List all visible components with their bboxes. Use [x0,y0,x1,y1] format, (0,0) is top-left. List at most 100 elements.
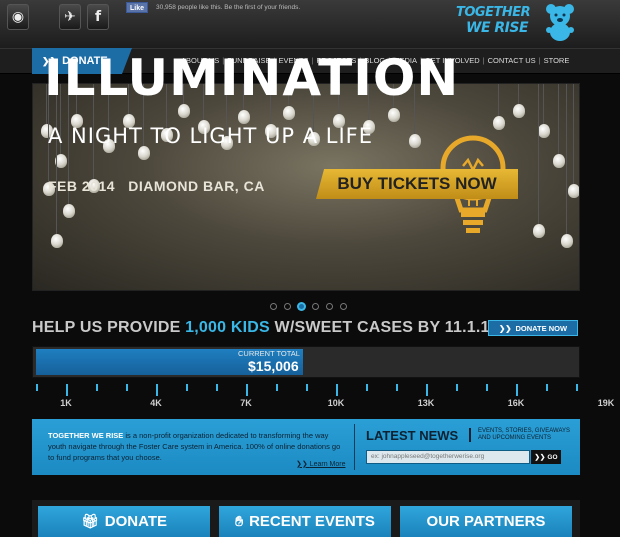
go-label: GO [547,453,558,461]
scale-tick [156,384,158,396]
recent-events-tile[interactable]: ✋︎ RECENT EVENTS [219,506,391,537]
hanging-wire [566,84,567,234]
hanging-bulb-icon [409,134,421,148]
scale-tick-label: 7K [240,398,252,408]
slider-dot[interactable] [270,303,277,310]
instagram-icon[interactable]: ◉ [7,4,29,30]
hanging-bulb-icon [561,234,573,248]
donate-now-label: DONATE NOW [515,323,568,333]
hanging-wire [558,84,559,154]
scale-tick [486,384,488,391]
org-description: TOGETHER WE RISE is a non-profit organiz… [48,430,348,463]
gift-icon: 🎁︎ [80,513,99,530]
scale-tick [216,384,218,391]
double-chevron-icon: ❯❯ [498,323,512,333]
hanging-bulb-icon [63,204,75,218]
scale-tick [96,384,98,391]
recent-events-label: RECENT EVENTS [249,513,375,530]
hanging-bulb-icon [538,124,550,138]
hanging-bulb-icon [388,108,400,122]
scale-tick [456,384,458,391]
logo-line2: WE RISE [466,20,529,36]
slider-dot[interactable] [312,303,319,310]
scale-tick [426,384,428,396]
current-total-label: CURRENT TOTAL [238,349,300,358]
latest-news-subtitle: EVENTS, STORIES, GIVEAWAYS AND UPCOMING … [478,428,571,441]
scale-tick [66,384,68,396]
donate-tile-label: DONATE [104,513,167,530]
hanging-wire [538,84,539,224]
slider-dot[interactable] [298,303,305,310]
slider-dot[interactable] [284,303,291,310]
latest-news-title: LATEST NEWS [366,428,459,443]
hanging-bulb-icon [513,104,525,118]
learn-more-label: Learn More [309,461,346,468]
hanging-bulb-icon [568,184,579,198]
headline-post: W/SWEET CASES BY 11.1.13 [269,319,499,336]
slider-dot[interactable] [340,303,347,310]
nav-item-store[interactable]: STORE [541,56,573,65]
hanging-bulb-icon [283,106,295,120]
banner-title: ILLUMINATION [44,49,460,107]
scale-tick [36,384,38,391]
scale-tick [546,384,548,391]
headline-highlight: 1,000 KIDS [185,319,270,336]
double-chevron-icon: ❯❯ [534,454,546,461]
scale-tick-label: 4K [150,398,162,408]
double-chevron-icon: ❯❯ [296,461,310,468]
scale-tick-label: 16K [507,398,525,408]
donate-now-button[interactable]: ❯❯ DONATE NOW [488,320,578,336]
scale-tick [126,384,128,391]
nav-item-contact-us[interactable]: CONTACT US [485,56,539,65]
fb-like-count: 30,958 people like this. Be the first of… [156,4,301,11]
buy-tickets-button[interactable]: BUY TICKETS NOW [316,169,518,199]
hanging-bulb-icon [493,116,505,130]
bear-mascot-icon [546,4,574,41]
scale-tick [186,384,188,391]
hanging-bulb-icon [533,224,545,238]
scale-tick [306,384,308,391]
hanging-wire [518,84,519,104]
hanging-bulb-icon [138,146,150,160]
scale-tick [516,384,518,396]
newsletter-go-button[interactable]: ❯❯ GO [531,450,561,464]
our-partners-tile[interactable]: OUR PARTNERS [400,506,572,537]
scale-tick [276,384,278,391]
scale-tick [576,384,578,391]
hanging-wire [543,84,544,124]
hanging-bulb-icon [51,234,63,248]
bird-icon[interactable]: ✈ [59,4,81,30]
logo-line1: TOGETHER [456,5,531,20]
donate-tile[interactable]: 🎁︎ DONATE [38,506,210,537]
site-logo[interactable]: TOGETHER WE RISE [456,5,540,37]
latest-news-separator [469,428,471,442]
facebook-icon[interactable]: f [87,4,109,30]
hanging-bulb-icon [553,154,565,168]
scale-tick [336,384,338,396]
scale-tick [246,384,248,396]
info-divider [354,424,355,470]
scale-tick-label: 19K [597,398,615,408]
campaign-headline: HELP US PROVIDE 1,000 KIDS W/SWEET CASES… [32,319,499,337]
learn-more-link[interactable]: ❯❯ Learn More [296,460,345,468]
banner-subtitle: A NIGHT TO LIGHT UP A LIFE [48,124,373,148]
org-name: TOGETHER WE RISE [48,431,124,440]
scale-tick [396,384,398,391]
slider-dot[interactable] [326,303,333,310]
banner-date-location: FEB 2014 DIAMOND BAR, CA [48,178,265,194]
slider-dots [270,303,347,310]
headline-pre: HELP US PROVIDE [32,319,186,336]
hanging-wire [498,84,499,116]
newsletter-email-input[interactable]: ex: johnappleseed@togetherwerise.org [366,450,530,464]
fb-like-button[interactable]: Like [126,2,149,13]
current-total-value: $15,006 [248,358,299,374]
hand-icon: ✋︎ [235,513,244,530]
scale-tick [366,384,368,391]
hanging-wire [573,84,574,184]
fb-like-label: Like [130,5,145,12]
scale-tick-label: 1K [60,398,72,408]
hanging-bulb-icon [238,110,250,124]
scale-tick-label: 10K [327,398,345,408]
scale-tick-label: 13K [417,398,435,408]
our-partners-label: OUR PARTNERS [426,513,546,530]
